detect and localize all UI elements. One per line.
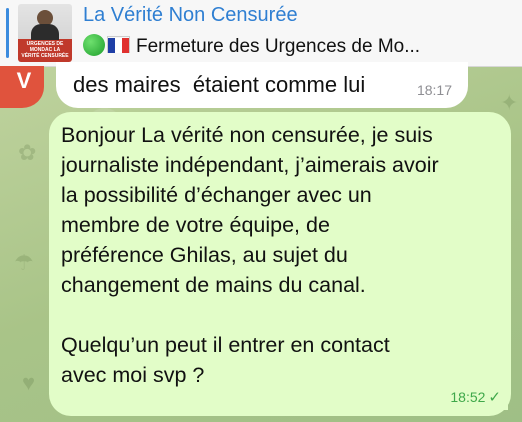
sent-message-bubble[interactable]: Bonjour La vérité non censurée, je suis … xyxy=(49,112,511,416)
single-check-icon: ✓ xyxy=(488,389,501,406)
avatar-initial: V xyxy=(16,68,32,93)
green-circle-icon xyxy=(83,34,105,56)
sent-message-time: 18:52 xyxy=(450,389,486,405)
pinned-message-bar[interactable]: URGENCES DE MONDAC LA VÉRITÉ CENSURÉE La… xyxy=(0,0,522,67)
pinned-thumbnail[interactable]: URGENCES DE MONDAC LA VÉRITÉ CENSURÉE xyxy=(18,4,72,62)
france-flag-icon xyxy=(107,36,130,53)
pinned-preview-text: Fermeture des Urgences de Mo... xyxy=(136,36,421,57)
pinned-channel-name: La Vérité Non Censurée xyxy=(83,4,298,26)
wallpaper-doodle: ☂ xyxy=(14,250,34,275)
received-message-text: des maires étaient comme lui xyxy=(73,72,366,97)
wallpaper-doodle: ✿ xyxy=(18,140,37,165)
sent-message-text: Bonjour La vérité non censurée, je suis … xyxy=(61,123,439,387)
pinned-indicator xyxy=(6,8,9,58)
received-message-time: 18:17 xyxy=(416,82,452,98)
wallpaper-doodle: ♥ xyxy=(22,370,36,395)
received-message-bubble[interactable]: des maires étaient comme lui 18:17 xyxy=(56,62,468,108)
sender-avatar[interactable]: V xyxy=(0,66,44,108)
sent-message-meta: 18:52 ✓ xyxy=(450,388,501,406)
pinned-preview: Fermeture des Urgences de Mo... xyxy=(83,34,513,58)
thumbnail-caption: URGENCES DE MONDAC LA VÉRITÉ CENSURÉE xyxy=(21,41,69,59)
thumbnail-person-body xyxy=(31,24,59,40)
wallpaper-doodle: ✦ xyxy=(500,90,519,115)
